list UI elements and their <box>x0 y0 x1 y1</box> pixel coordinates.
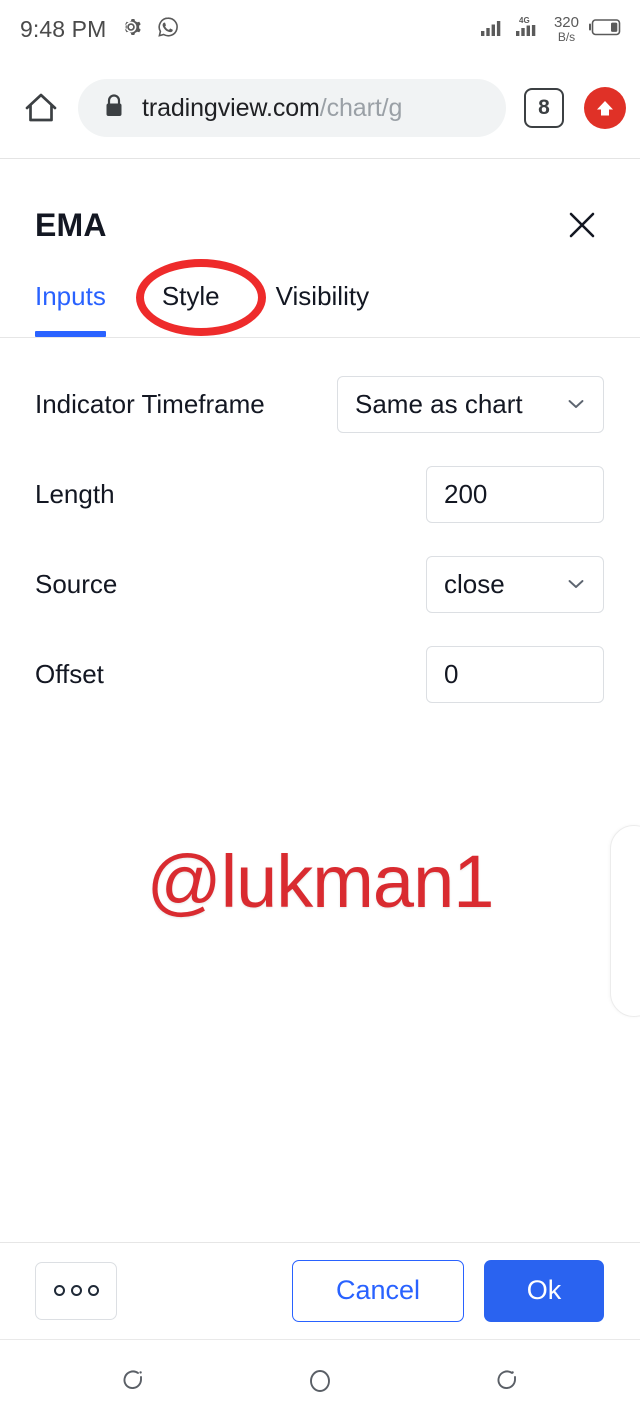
close-icon[interactable] <box>556 199 608 251</box>
home-circle-icon[interactable] <box>276 1350 364 1412</box>
length-input[interactable]: 200 <box>426 465 604 523</box>
tab-style[interactable]: Style <box>162 267 220 337</box>
label-indicator-timeframe: Indicator Timeframe <box>35 388 265 419</box>
tab-inputs-label: Inputs <box>35 280 106 311</box>
source-select[interactable]: close <box>426 555 604 613</box>
tab-counter-button[interactable]: 8 <box>524 88 564 128</box>
inputs-form: Indicator Timeframe Same as chart Length <box>0 359 640 719</box>
control-offset: 0 <box>426 645 604 703</box>
tab-visibility-label: Visibility <box>275 280 370 311</box>
label-offset: Offset <box>35 658 104 689</box>
control-source: close <box>426 555 604 613</box>
url-text: tradingview.com/chart/g <box>142 94 402 123</box>
status-bar: 9:48 PM 4G 320 B/s <box>0 0 640 58</box>
battery-icon <box>588 16 622 43</box>
gear-icon <box>119 15 143 44</box>
control-indicator-timeframe: Same as chart <box>337 375 604 433</box>
indicator-timeframe-select[interactable]: Same as chart <box>337 375 604 433</box>
more-dot-icon <box>70 1285 82 1296</box>
signal-bars-4g-icon: 4G <box>515 15 545 44</box>
svg-text:4G: 4G <box>519 16 530 25</box>
dialog-header: EMA <box>0 186 640 264</box>
browser-toolbar: tradingview.com/chart/g 8 <box>0 58 640 158</box>
form-row-length: Length 200 <box>0 449 640 539</box>
form-row-offset: Offset 0 <box>0 629 640 719</box>
phone-screen: 9:48 PM 4G 320 B/s tradingview.com/chart… <box>0 0 640 1422</box>
data-rate-indicator: 320 B/s <box>554 15 579 43</box>
label-source: Source <box>35 568 118 599</box>
indicator-settings-dialog: EMA Inputs Style Visibility Indicator Ti… <box>0 159 640 1242</box>
footer-actions: Cancel Ok <box>292 1259 604 1322</box>
more-dot-icon <box>53 1285 65 1296</box>
label-length: Length <box>35 478 115 509</box>
data-rate-unit: B/s <box>557 29 576 44</box>
whatsapp-icon <box>156 15 180 44</box>
lock-icon <box>102 92 126 125</box>
chevron-down-icon <box>565 393 587 415</box>
android-nav-bar <box>0 1340 640 1422</box>
source-value: close <box>444 568 505 599</box>
watermark-text: @lukman1 <box>146 840 495 923</box>
more-options-button[interactable] <box>35 1261 117 1320</box>
chevron-down-icon <box>565 573 587 595</box>
cancel-button[interactable]: Cancel <box>292 1259 464 1322</box>
tab-visibility[interactable]: Visibility <box>276 267 369 337</box>
indicator-timeframe-value: Same as chart <box>355 388 523 419</box>
upload-arrow-icon[interactable] <box>584 87 626 129</box>
dialog-title: EMA <box>35 206 107 243</box>
form-row-source: Source close <box>0 539 640 629</box>
form-row-indicator-timeframe: Indicator Timeframe Same as chart <box>0 359 640 449</box>
status-clock: 9:48 PM <box>20 15 107 42</box>
recents-icon[interactable] <box>89 1350 177 1412</box>
url-domain: tradingview.com <box>142 93 320 122</box>
tabs-divider <box>0 337 640 338</box>
url-path: /chart/g <box>319 93 403 122</box>
back-icon[interactable] <box>463 1350 551 1412</box>
tab-style-label: Style <box>161 280 220 311</box>
url-bar[interactable]: tradingview.com/chart/g <box>78 79 506 137</box>
more-dot-icon <box>87 1285 99 1296</box>
data-rate-value: 320 <box>553 14 579 32</box>
offset-input[interactable]: 0 <box>426 645 604 703</box>
home-icon[interactable] <box>18 85 64 131</box>
dialog-tabs: Inputs Style Visibility <box>0 267 640 337</box>
dialog-footer: Cancel Ok <box>0 1243 640 1338</box>
status-bar-left: 9:48 PM <box>20 15 180 44</box>
control-length: 200 <box>426 465 604 523</box>
tab-inputs[interactable]: Inputs <box>35 267 106 337</box>
ok-button[interactable]: Ok <box>484 1259 604 1322</box>
status-bar-right: 4G 320 B/s <box>480 15 622 44</box>
signal-bars-icon <box>480 15 506 44</box>
